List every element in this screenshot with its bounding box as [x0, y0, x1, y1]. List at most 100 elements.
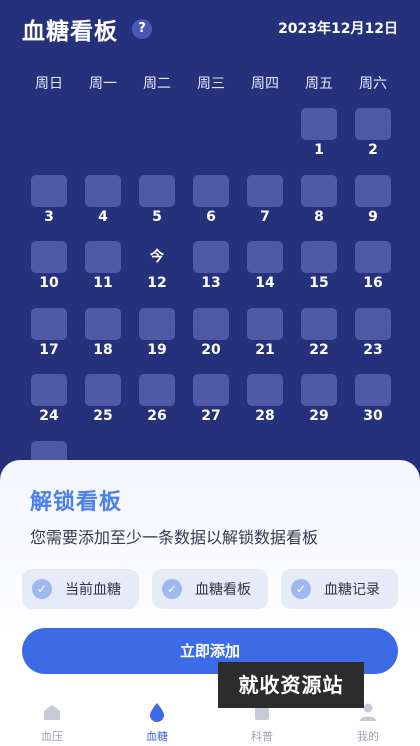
day-number: 6	[206, 208, 216, 225]
header: 血糖看板 ? 2023年12月12日	[0, 0, 420, 56]
calendar-day-10[interactable]: 10	[22, 237, 76, 304]
day-box	[193, 174, 229, 207]
chip-glucose-dashboard: ✓ 血糖看板	[152, 569, 268, 609]
chip-label: 血糖看板	[195, 582, 251, 598]
day-box	[301, 307, 337, 340]
tab-blood-glucose[interactable]: 血糖	[127, 700, 187, 744]
calendar-day-9[interactable]: 9	[346, 171, 400, 238]
day-box	[193, 241, 229, 273]
calendar-empty-cell	[184, 104, 238, 171]
calendar-day-15[interactable]: 15	[292, 237, 346, 304]
day-number: 23	[363, 341, 383, 358]
calendar-day-17[interactable]: 17	[22, 304, 76, 371]
tab-label: 我的	[357, 730, 379, 743]
calendar-day-14[interactable]: 14	[238, 237, 292, 304]
day-box	[139, 374, 175, 406]
tab-label: 科普	[251, 730, 273, 743]
day-number: 13	[201, 275, 221, 291]
current-date: 2023年12月12日	[278, 21, 398, 37]
weekday-label: 周六	[359, 76, 387, 92]
day-box	[355, 374, 391, 406]
calendar-day-23[interactable]: 23	[346, 304, 400, 371]
calendar-empty-cell	[76, 104, 130, 171]
calendar-day-27[interactable]: 27	[184, 370, 238, 437]
tab-blood-pressure[interactable]: 血压	[22, 700, 82, 744]
day-number: 7	[260, 208, 270, 225]
day-box	[355, 174, 391, 207]
feature-chips: ✓ 当前血糖 ✓ 血糖看板 ✓ 血糖记录	[22, 569, 398, 609]
chip-current-glucose: ✓ 当前血糖	[22, 569, 139, 609]
calendar-day-16[interactable]: 16	[346, 237, 400, 304]
day-number: 19	[147, 341, 167, 358]
drop-icon	[150, 703, 164, 722]
calendar-day-3[interactable]: 3	[22, 171, 76, 238]
chip-label: 血糖记录	[324, 582, 380, 598]
day-number: 27	[201, 408, 221, 424]
day-number: 28	[255, 408, 275, 424]
calendar-empty-cell	[238, 104, 292, 171]
day-box	[31, 241, 67, 273]
home-icon	[44, 705, 60, 720]
day-number: 10	[39, 275, 59, 291]
day-number: 18	[93, 341, 113, 358]
weekday-label: 周日	[35, 76, 63, 92]
calendar-day-19[interactable]: 19	[130, 304, 184, 371]
calendar-day-1[interactable]: 1	[292, 104, 346, 171]
day-number: 16	[363, 275, 383, 291]
day-number: 2	[368, 142, 378, 158]
day-box	[193, 307, 229, 340]
calendar-day-6[interactable]: 6	[184, 171, 238, 238]
calendar-day-25[interactable]: 25	[76, 370, 130, 437]
weekday-label: 周二	[143, 76, 171, 92]
day-number: 3	[44, 208, 54, 225]
day-box	[139, 174, 175, 207]
day-number: 22	[309, 341, 329, 358]
calendar-day-20[interactable]: 20	[184, 304, 238, 371]
day-number: 17	[39, 341, 59, 358]
day-number: 1	[314, 142, 324, 158]
day-box	[301, 241, 337, 273]
day-box	[85, 174, 121, 207]
day-number: 4	[98, 208, 108, 225]
calendar-day-21[interactable]: 21	[238, 304, 292, 371]
calendar-empty-cell	[22, 104, 76, 171]
calendar-day-18[interactable]: 18	[76, 304, 130, 371]
calendar-day-24[interactable]: 24	[22, 370, 76, 437]
calendar-day-5[interactable]: 5	[130, 171, 184, 238]
calendar-day-2[interactable]: 2	[346, 104, 400, 171]
check-icon: ✓	[162, 579, 182, 599]
day-box	[355, 241, 391, 273]
calendar-day-12[interactable]: 今 12	[130, 237, 184, 304]
calendar-day-30[interactable]: 30	[346, 370, 400, 437]
help-icon[interactable]: ?	[132, 19, 152, 39]
day-number: 14	[255, 275, 275, 291]
day-box	[247, 374, 283, 406]
day-number: 30	[363, 408, 383, 424]
day-number: 15	[309, 275, 329, 291]
calendar-day-8[interactable]: 8	[292, 171, 346, 238]
calendar-day-4[interactable]: 4	[76, 171, 130, 238]
day-number: 9	[368, 208, 378, 225]
day-number: 24	[39, 408, 59, 424]
check-icon: ✓	[291, 579, 311, 599]
day-number: 25	[93, 408, 113, 424]
day-number: 11	[93, 275, 113, 291]
calendar-day-29[interactable]: 29	[292, 370, 346, 437]
watermark: 就收资源站	[218, 662, 364, 708]
weekday-label: 周一	[89, 76, 117, 92]
calendar-day-22[interactable]: 22	[292, 304, 346, 371]
day-box	[31, 374, 67, 406]
today-marker: 今	[150, 249, 164, 265]
calendar-day-7[interactable]: 7	[238, 171, 292, 238]
calendar-day-26[interactable]: 26	[130, 370, 184, 437]
calendar-day-28[interactable]: 28	[238, 370, 292, 437]
weekday-label: 周四	[251, 76, 279, 92]
sheet-subtitle: 您需要添加至少一条数据以解锁数据看板	[30, 528, 319, 547]
calendar-day-13[interactable]: 13	[184, 237, 238, 304]
calendar-day-11[interactable]: 11	[76, 237, 130, 304]
chip-label: 当前血糖	[65, 582, 121, 598]
day-number: 21	[255, 341, 275, 358]
calendar-grid: 1 2 3 4 5 6 7 8 9 10 11 今 12 13 14 15 16 17 18 19 20 21 22 23 24…	[22, 104, 400, 503]
day-box	[85, 374, 121, 406]
sheet-title: 解锁看板	[30, 490, 123, 515]
